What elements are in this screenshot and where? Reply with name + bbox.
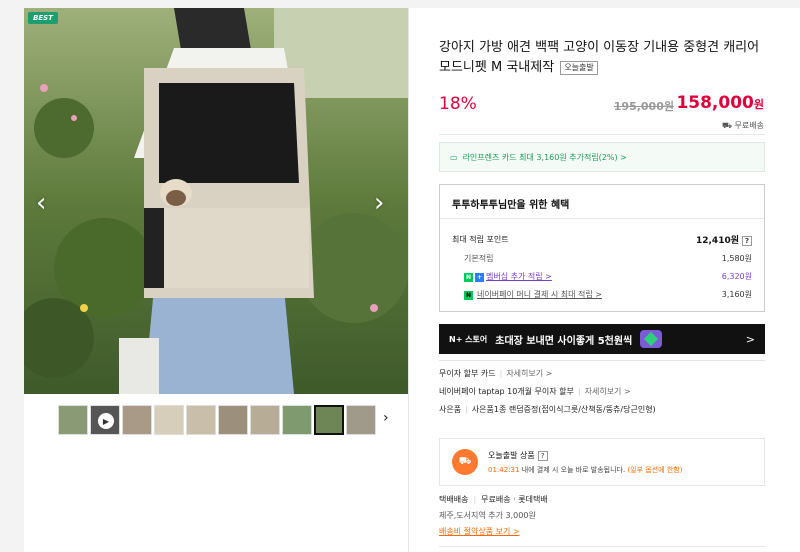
invite-banner-text: 초대장 보내면 사이좋게 5천원씩 bbox=[495, 335, 633, 347]
benefit-title: 투투하투투님만을 위한 혜택 bbox=[440, 185, 764, 219]
taptap-more-link[interactable]: 자세히보기 > bbox=[585, 387, 631, 396]
naver-n-icon: N bbox=[464, 273, 473, 282]
invite-banner[interactable]: N+ 스토어 초대장 보내면 사이좋게 5천원씩 > bbox=[439, 324, 765, 354]
thumbnail[interactable] bbox=[250, 405, 280, 435]
benefit-row-value: 3,160원 bbox=[721, 290, 752, 299]
benefit-max-row: 최대 적립 포인트 12,410원? bbox=[452, 233, 752, 246]
gift-text: 사은품1종 랜덤증정(접이식그릇/산책동/뚱츄/당근인형) bbox=[471, 405, 656, 414]
sale-price-value: 158,000 bbox=[676, 93, 754, 113]
help-icon[interactable]: ? bbox=[537, 450, 548, 461]
card-promo-banner[interactable]: ▭ 라인프렌즈 카드 최대 3,160원 추가적립(2%) > bbox=[439, 142, 765, 172]
benefit-max-label: 최대 적립 포인트 bbox=[452, 235, 509, 244]
installment-label: 무이자 할부 카드 bbox=[439, 369, 496, 378]
discount-rate: 18% bbox=[439, 94, 477, 114]
card-promo-text: 라인프렌즈 카드 최대 3,160원 추가적립(2%) > bbox=[462, 152, 627, 162]
free-shipping: ⛟ 무료배송 bbox=[722, 120, 764, 131]
product-photo bbox=[24, 8, 408, 394]
benefit-max-value: 12,410원? bbox=[696, 233, 752, 246]
gift-row: 사은품 | 사은품1종 랜덤증정(접이식그릇/산책동/뚱츄/당근인형) bbox=[439, 405, 656, 414]
thumbnail[interactable] bbox=[186, 405, 216, 435]
npay-icon: N bbox=[464, 291, 473, 300]
product-info-panel: 강아지 가방 애견 백팩 고양이 이동장 기내용 중형견 캐리어 모드니펫 M … bbox=[408, 8, 800, 552]
delivery-info: 무료배송 · 롯데택배 bbox=[481, 495, 548, 504]
product-title: 강아지 가방 애견 백팩 고양이 이동장 기내용 중형견 캐리어 모드니펫 M … bbox=[439, 38, 769, 78]
benefit-row-basic: 기본적립 1,580원 bbox=[452, 253, 752, 264]
thumbnail[interactable] bbox=[282, 405, 312, 435]
price-unit: 원 bbox=[753, 98, 764, 111]
thumbnail[interactable] bbox=[218, 405, 248, 435]
today-ship-title-text: 오늘출발 상품 bbox=[488, 450, 535, 460]
divider bbox=[439, 546, 765, 547]
product-page: BEST ‹ › ▶ › 강아지 가방 애견 백팩 고양이 이동장 기내용 중형… bbox=[0, 0, 800, 552]
chevron-right-icon: > bbox=[745, 332, 755, 346]
plus-icon: + bbox=[475, 273, 484, 282]
truck-icon: ⛟ bbox=[721, 121, 735, 130]
video-thumbnail[interactable]: ▶ bbox=[90, 405, 120, 435]
gift-icon bbox=[640, 330, 663, 348]
thumbnail[interactable] bbox=[122, 405, 152, 435]
delivery-extra: 제주,도서지역 추가 3,000원 bbox=[439, 511, 536, 520]
free-shipping-label: 무료배송 bbox=[734, 121, 764, 130]
nstore-logo: N+ 스토어 bbox=[449, 334, 488, 344]
benefit-row-value: 6,320원 bbox=[721, 272, 752, 281]
benefit-max-amount: 12,410원 bbox=[695, 236, 739, 246]
next-image-arrow[interactable]: › bbox=[374, 188, 384, 218]
today-ship-desc: 01:42:31 내에 결제 시 오늘 바로 발송됩니다. (일부 옵션에 한함… bbox=[488, 465, 682, 475]
gift-label: 사은품 bbox=[439, 405, 462, 414]
card-icon: ▭ bbox=[450, 152, 458, 162]
thumbnail-next-arrow[interactable]: › bbox=[383, 410, 389, 426]
countdown-timer: 01:42:31 bbox=[488, 465, 520, 474]
today-ship-box: ⛟ 오늘출발 상품? 01:42:31 내에 결제 시 오늘 바로 발송됩니다.… bbox=[439, 438, 765, 486]
prev-image-arrow[interactable]: ‹ bbox=[36, 188, 46, 218]
installment-row: 무이자 할부 카드 | 자세히보기 > bbox=[439, 369, 553, 378]
product-title-text: 강아지 가방 애견 백팩 고양이 이동장 기내용 중형견 캐리어 모드니펫 M … bbox=[439, 40, 760, 75]
delivery-truck-icon: ⛟ bbox=[452, 449, 478, 475]
sale-price: 158,000원 bbox=[676, 93, 764, 113]
shipping-save-link[interactable]: 배송비 절약상품 보기 > bbox=[439, 527, 520, 536]
help-icon[interactable]: ? bbox=[742, 236, 752, 246]
today-ship-tag: 오늘출발 bbox=[560, 60, 598, 75]
thumbnail-active[interactable] bbox=[314, 405, 344, 435]
delivery-type-row: 택배배송 | 무료배송 · 롯데택배 bbox=[439, 495, 548, 504]
thumbnail[interactable] bbox=[154, 405, 184, 435]
taptap-row: 네이버페이 taptap 10개월 무이자 할부 | 자세히보기 > bbox=[439, 387, 631, 396]
benefit-row-membership[interactable]: N + 멤버십 추가 적립 > 6,320원 bbox=[452, 271, 752, 282]
benefit-box: 투투하투투님만을 위한 혜택 최대 적립 포인트 12,410원? 기본적립 1… bbox=[439, 184, 765, 312]
benefit-row-value: 1,580원 bbox=[721, 254, 752, 263]
thumbnail-strip: ▶ bbox=[58, 405, 376, 435]
divider bbox=[439, 360, 765, 361]
today-ship-text: 내에 결제 시 오늘 바로 발송됩니다. bbox=[521, 465, 626, 474]
gallery-panel: BEST ‹ › ▶ › bbox=[24, 8, 408, 552]
delivery-type: 택배배송 bbox=[439, 495, 469, 504]
taptap-label: 네이버페이 taptap 10개월 무이자 할부 bbox=[439, 387, 574, 396]
best-badge: BEST bbox=[28, 12, 58, 24]
benefit-row-label: 네이버페이 머니 결제 시 최대 적립 > bbox=[477, 290, 602, 299]
thumbnail[interactable] bbox=[58, 405, 88, 435]
divider bbox=[439, 134, 765, 135]
today-ship-note: (일부 옵션에 한함) bbox=[627, 465, 683, 474]
benefit-row-label: 기본적립 bbox=[464, 254, 494, 263]
benefit-row-label-wrap: N 네이버페이 머니 결제 시 최대 적립 > bbox=[452, 289, 602, 300]
benefit-row-label-wrap: N + 멤버십 추가 적립 > bbox=[452, 271, 552, 282]
play-icon: ▶ bbox=[98, 413, 114, 429]
today-ship-title: 오늘출발 상품? bbox=[488, 450, 682, 461]
thumbnail[interactable] bbox=[346, 405, 376, 435]
benefit-row-label: 멤버십 추가 적립 > bbox=[486, 272, 552, 281]
today-ship-content: 오늘출발 상품? 01:42:31 내에 결제 시 오늘 바로 발송됩니다. (… bbox=[488, 450, 682, 475]
benefit-row-npay[interactable]: N 네이버페이 머니 결제 시 최대 적립 > 3,160원 bbox=[452, 289, 752, 300]
main-product-image[interactable]: BEST ‹ › bbox=[24, 8, 408, 394]
delivery-save-row: 배송비 절약상품 보기 > bbox=[439, 526, 520, 537]
original-price: 195,000원 bbox=[613, 100, 674, 113]
installment-more-link[interactable]: 자세히보기 > bbox=[506, 369, 552, 378]
